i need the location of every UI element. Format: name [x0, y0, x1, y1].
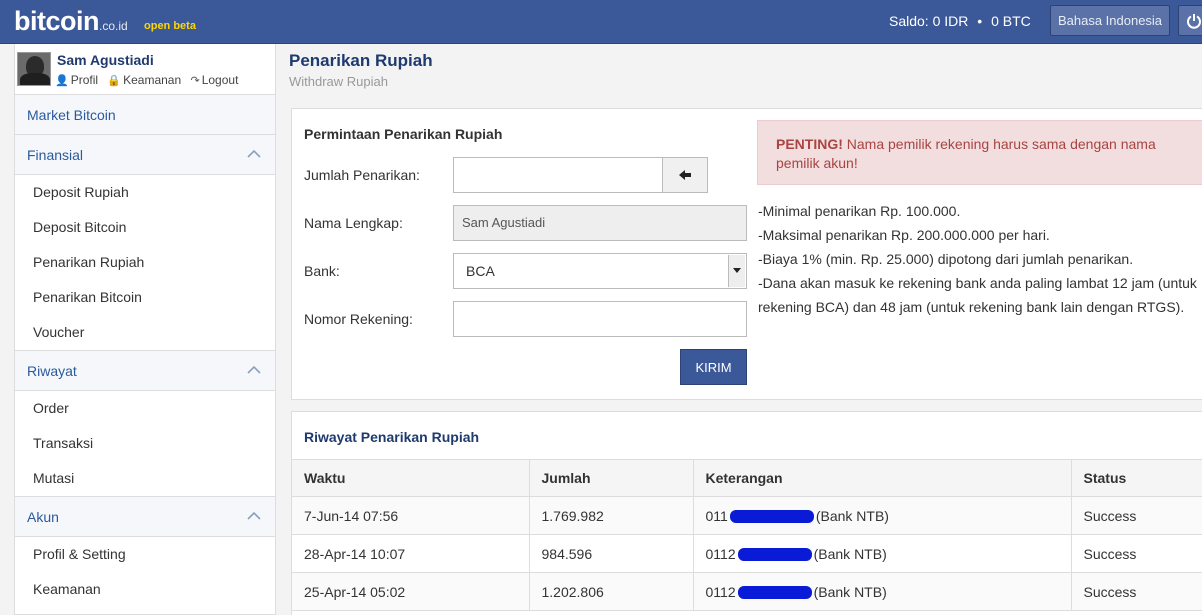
avatar[interactable]: [17, 52, 51, 86]
note-line: -Biaya 1% (min. Rp. 25.000) dipotong dar…: [758, 251, 1134, 267]
language-button[interactable]: Bahasa Indonesia: [1050, 5, 1170, 36]
logo-text: bitcoin: [14, 6, 100, 36]
logo-beta-tag: open beta: [144, 20, 196, 32]
saldo-btc: 0 BTC: [991, 13, 1031, 29]
sidebar: Sam Agustiadi 👤 Profil 🔒 Keamanan ↷ Logout …: [14, 44, 276, 615]
chevron-up-icon: [247, 365, 261, 374]
cell-jumlah: 1.769.982: [529, 496, 694, 535]
bank-label: Bank:: [304, 263, 340, 279]
cell-keterangan: 011 (Bank NTB): [693, 496, 1072, 535]
table-header-row: Waktu Jumlah Keterangan Status: [292, 459, 1202, 497]
cell-jumlah: 1.202.806: [529, 572, 694, 611]
sidebar-item-profil-setting[interactable]: Profil & Setting: [15, 537, 275, 572]
user-links: 👤 Profil 🔒 Keamanan ↷ Logout: [55, 73, 244, 87]
logout-link[interactable]: ↷ Logout: [190, 73, 238, 87]
column-header: Status: [1071, 459, 1202, 497]
sidebar-item-deposit-rupiah[interactable]: Deposit Rupiah: [15, 175, 275, 210]
sidebar-item-keamanan[interactable]: Keamanan: [15, 572, 275, 607]
bank-selected-value: BCA: [466, 263, 495, 279]
sidebar-item-order[interactable]: Order: [15, 391, 275, 426]
chevron-up-icon: [247, 149, 261, 158]
sidebar-section-riwayat[interactable]: Riwayat: [15, 351, 275, 391]
table-row: 7-Jun-14 07:56 1.769.982 011 (Bank NTB) S…: [292, 496, 1202, 535]
select-arrow[interactable]: [728, 255, 745, 287]
sidebar-section-label: Akun: [27, 509, 59, 525]
column-header: Keterangan: [693, 459, 1072, 497]
caret-down-icon: [733, 268, 741, 273]
sidebar-item-transaksi[interactable]: Transaksi: [15, 426, 275, 461]
cell-status: Success: [1071, 496, 1202, 535]
sidebar-item-penarikan-rupiah[interactable]: Penarikan Rupiah: [15, 245, 275, 280]
redaction-mark: [737, 586, 812, 600]
logout-button[interactable]: [1178, 5, 1202, 36]
cell-waktu: 25-Apr-14 05:02: [292, 572, 530, 611]
form-title: Permintaan Penarikan Rupiah: [304, 126, 503, 142]
user-name[interactable]: Sam Agustiadi: [57, 52, 154, 68]
sidebar-section-akun[interactable]: Akun: [15, 497, 275, 537]
profil-link[interactable]: 👤 Profil: [55, 73, 98, 87]
cell-jumlah: 984.596: [529, 534, 694, 573]
note-line: -Maksimal penarikan Rp. 200.000.000 per …: [758, 227, 1050, 243]
withdraw-notes: -Minimal penarikan Rp. 100.000. -Maksima…: [758, 199, 1202, 319]
cell-keterangan: 0112 (Bank NTB): [693, 572, 1072, 611]
column-header: Waktu: [292, 459, 530, 497]
name-label: Nama Lengkap:: [304, 215, 403, 231]
table-row: 28-Apr-14 10:07 984.596 0112 (Bank NTB) S…: [292, 534, 1202, 573]
saldo-label: Saldo:: [889, 13, 929, 29]
chevron-up-icon: [247, 511, 261, 520]
sidebar-item-deposit-bitcoin[interactable]: Deposit Bitcoin: [15, 210, 275, 245]
cell-waktu: 7-Jun-14 07:56: [292, 496, 530, 535]
alert-strong: PENTING!: [776, 136, 843, 152]
fill-amount-button[interactable]: [663, 157, 708, 193]
site-logo[interactable]: bitcoin.co.id open beta: [14, 6, 196, 37]
sidebar-group-finansial: Deposit Rupiah Deposit Bitcoin Penarikan…: [15, 175, 275, 351]
sidebar-group-akun: Profil & Setting Keamanan: [15, 537, 275, 607]
page-subtitle: Withdraw Rupiah: [289, 74, 388, 89]
keamanan-link[interactable]: 🔒 Keamanan: [107, 73, 181, 87]
note-line: -Dana akan masuk ke rekening bank anda p…: [758, 275, 1197, 315]
submit-button[interactable]: KIRIM: [680, 349, 747, 385]
cell-waktu: 28-Apr-14 10:07: [292, 534, 530, 573]
sidebar-item-penarikan-bitcoin[interactable]: Penarikan Bitcoin: [15, 280, 275, 315]
sidebar-item-voucher[interactable]: Voucher: [15, 315, 275, 350]
lock-icon: 🔒: [107, 75, 122, 87]
sidebar-group-riwayat: Order Transaksi Mutasi: [15, 391, 275, 497]
withdraw-history-panel: Riwayat Penarikan Rupiah Waktu Jumlah Ke…: [291, 411, 1202, 615]
withdraw-form-panel: Permintaan Penarikan Rupiah Jumlah Penar…: [291, 108, 1202, 400]
name-field: Sam Agustiadi: [453, 205, 747, 241]
amount-label: Jumlah Penarikan:: [304, 167, 420, 183]
arrow-left-icon: [679, 170, 691, 180]
sidebar-item-market-bitcoin[interactable]: Market Bitcoin: [15, 95, 275, 135]
redaction-mark: [729, 510, 814, 524]
user-box: Sam Agustiadi 👤 Profil 🔒 Keamanan ↷ Logout: [15, 44, 275, 95]
history-table: Waktu Jumlah Keterangan Status 7-Jun-14 …: [292, 459, 1202, 611]
sidebar-item-mutasi[interactable]: Mutasi: [15, 461, 275, 496]
saldo-idr: 0 IDR: [932, 13, 969, 29]
cell-status: Success: [1071, 534, 1202, 573]
table-row: 25-Apr-14 05:02 1.202.806 0112 (Bank NTB)…: [292, 572, 1202, 611]
logo-domain: .co.id: [99, 19, 128, 33]
logout-arrow-icon: ↷: [190, 75, 200, 87]
account-number-input[interactable]: [453, 301, 747, 337]
note-line: -Minimal penarikan Rp. 100.000.: [758, 203, 961, 219]
top-navbar: bitcoin.co.id open beta Saldo: 0 IDR • 0…: [0, 0, 1202, 44]
cell-keterangan: 0112 (Bank NTB): [693, 534, 1072, 573]
amount-input[interactable]: [453, 157, 663, 193]
balance-display: Saldo: 0 IDR • 0 BTC: [889, 13, 1031, 29]
power-icon: [1187, 14, 1201, 29]
account-label: Nomor Rekening:: [304, 311, 413, 327]
sidebar-section-label: Riwayat: [27, 363, 77, 379]
cell-status: Success: [1071, 572, 1202, 611]
redaction-mark: [737, 548, 812, 562]
separator-dot: •: [977, 13, 983, 29]
page-title: Penarikan Rupiah: [289, 51, 433, 70]
history-title: Riwayat Penarikan Rupiah: [304, 429, 480, 445]
sidebar-section-finansial[interactable]: Finansial: [15, 135, 275, 175]
column-header: Jumlah: [529, 459, 694, 497]
user-icon: 👤: [55, 75, 69, 87]
bank-select[interactable]: BCA: [453, 253, 747, 289]
sidebar-section-label: Finansial: [27, 147, 84, 163]
warning-alert: PENTING! Nama pemilik rekening harus sam…: [757, 120, 1202, 185]
